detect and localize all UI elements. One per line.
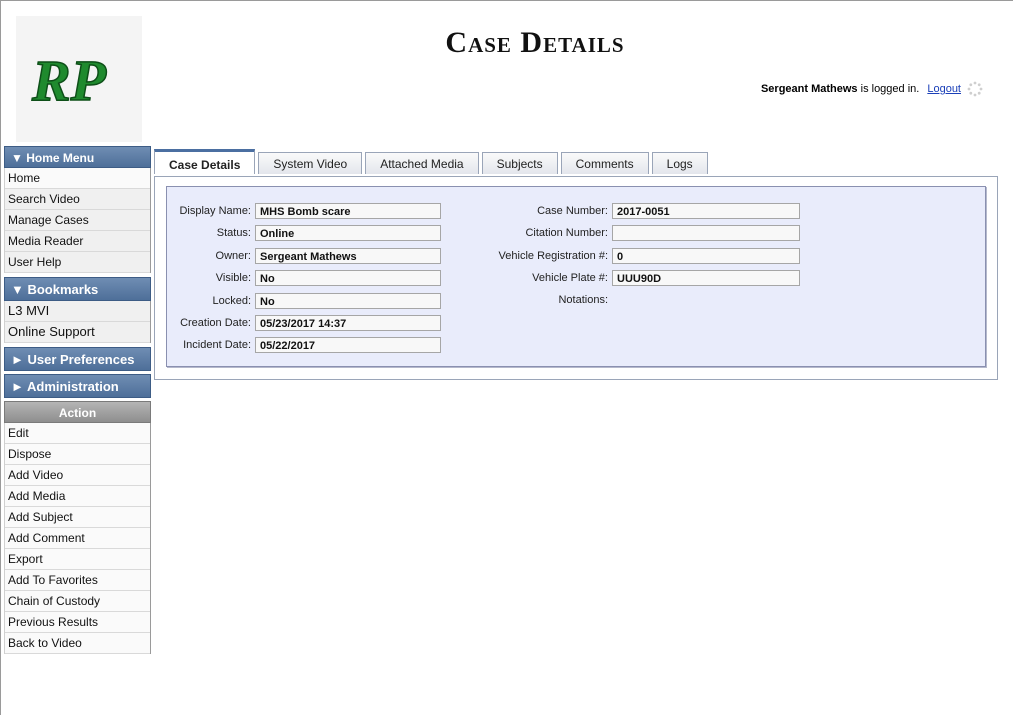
action-list: Edit Dispose Add Video Add Media Add Sub… (4, 423, 151, 654)
case-details-panel: Display Name: MHS Bomb scare Status: Onl… (166, 186, 986, 367)
creation-date-row: Creation Date: 05/23/2017 14:37 (167, 314, 441, 332)
login-status: Sergeant Mathews is logged in. Logout (761, 81, 983, 97)
vehicle-registration-value: 0 (612, 248, 800, 264)
action-chain-of-custody[interactable]: Chain of Custody (5, 591, 150, 612)
visible-value: No (255, 270, 441, 286)
tab-logs[interactable]: Logs (651, 152, 708, 174)
sidebar-item-user-help[interactable]: User Help (5, 252, 150, 273)
loading-spinner-icon (967, 81, 983, 97)
action-add-video[interactable]: Add Video (5, 465, 150, 486)
vehicle-plate-row: Vehicle Plate #: UUU90D (467, 269, 800, 287)
status-row: Status: Online (167, 224, 441, 242)
display-name-label: Display Name: (179, 205, 251, 217)
sidebar-item-media-reader[interactable]: Media Reader (5, 231, 150, 252)
bookmark-item-l3-mvi[interactable]: L3 MVI (5, 301, 150, 322)
citation-number-value (612, 225, 800, 241)
sidebar-item-search-video[interactable]: Search Video (5, 189, 150, 210)
sidebar-item-manage-cases[interactable]: Manage Cases (5, 210, 150, 231)
creation-date-value: 05/23/2017 14:37 (255, 315, 441, 331)
vehicle-plate-label: Vehicle Plate #: (532, 272, 608, 284)
agency-logo: RP (16, 16, 142, 142)
locked-label: Locked: (212, 295, 251, 307)
owner-value: Sergeant Mathews (255, 248, 441, 264)
action-add-comment[interactable]: Add Comment (5, 528, 150, 549)
action-previous-results[interactable]: Previous Results (5, 612, 150, 633)
logout-link[interactable]: Logout (927, 83, 961, 95)
tab-attached-media[interactable]: Attached Media (365, 152, 479, 174)
status-label: Status: (216, 227, 251, 239)
tab-case-details[interactable]: Case Details (154, 149, 256, 174)
sidebar-item-home[interactable]: Home (5, 168, 150, 189)
user-name: Sergeant Mathews (760, 83, 858, 95)
logo-text: RP (31, 48, 107, 113)
citation-number-row: Citation Number: (467, 224, 800, 242)
case-number-label: Case Number: (537, 205, 608, 217)
owner-label: Owner: (215, 250, 251, 262)
citation-number-label: Citation Number: (525, 227, 608, 239)
incident-date-label: Incident Date: (183, 339, 251, 351)
action-add-media[interactable]: Add Media (5, 486, 150, 507)
creation-date-label: Creation Date: (180, 317, 251, 329)
vehicle-registration-label: Vehicle Registration #: (498, 250, 608, 262)
bookmark-item-online-support[interactable]: Online Support (5, 322, 150, 343)
action-add-subject[interactable]: Add Subject (5, 507, 150, 528)
case-number-value: 2017-0051 (612, 203, 800, 219)
user-preferences-header[interactable]: ► User Preferences (4, 347, 151, 371)
home-menu-list: Home Search Video Manage Cases Media Rea… (4, 168, 151, 273)
status-value: Online (255, 225, 441, 241)
action-dispose[interactable]: Dispose (5, 444, 150, 465)
notations-row: Notations: (467, 291, 608, 309)
action-add-to-favorites[interactable]: Add To Favorites (5, 570, 150, 591)
rp-logo-icon: RP (30, 47, 107, 114)
sidebar: ▼ Home Menu Home Search Video Manage Cas… (4, 146, 151, 658)
home-menu-header[interactable]: ▼ Home Menu (4, 146, 151, 168)
page-title: Case Details (445, 26, 625, 59)
bookmarks-header[interactable]: ▼ Bookmarks (4, 277, 151, 301)
locked-row: Locked: No (167, 292, 441, 310)
display-name-row: Display Name: MHS Bomb scare (167, 202, 441, 220)
owner-row: Owner: Sergeant Mathews (167, 247, 441, 265)
incident-date-value: 05/22/2017 (255, 337, 441, 353)
action-header: Action (4, 401, 151, 423)
vehicle-plate-value: UUU90D (612, 270, 800, 286)
locked-value: No (255, 293, 441, 309)
vehicle-registration-row: Vehicle Registration #: 0 (467, 247, 800, 265)
visible-row: Visible: No (167, 269, 441, 287)
logged-in-text: is logged in. (860, 83, 920, 95)
tab-content: Display Name: MHS Bomb scare Status: Onl… (154, 176, 998, 380)
bookmarks-list: L3 MVI Online Support (4, 301, 151, 343)
tab-bar: Case Details System Video Attached Media… (154, 149, 711, 176)
display-name-value: MHS Bomb scare (255, 203, 441, 219)
incident-date-row: Incident Date: 05/22/2017 (167, 336, 441, 354)
tab-subjects[interactable]: Subjects (481, 152, 558, 174)
action-back-to-video[interactable]: Back to Video (5, 633, 150, 654)
administration-header[interactable]: ► Administration (4, 374, 151, 398)
case-number-row: Case Number: 2017-0051 (467, 202, 800, 220)
notations-label: Notations: (558, 294, 608, 306)
visible-label: Visible: (215, 272, 251, 284)
tab-system-video[interactable]: System Video (258, 152, 363, 174)
tab-comments[interactable]: Comments (560, 152, 649, 174)
action-edit[interactable]: Edit (5, 423, 150, 444)
action-export[interactable]: Export (5, 549, 150, 570)
